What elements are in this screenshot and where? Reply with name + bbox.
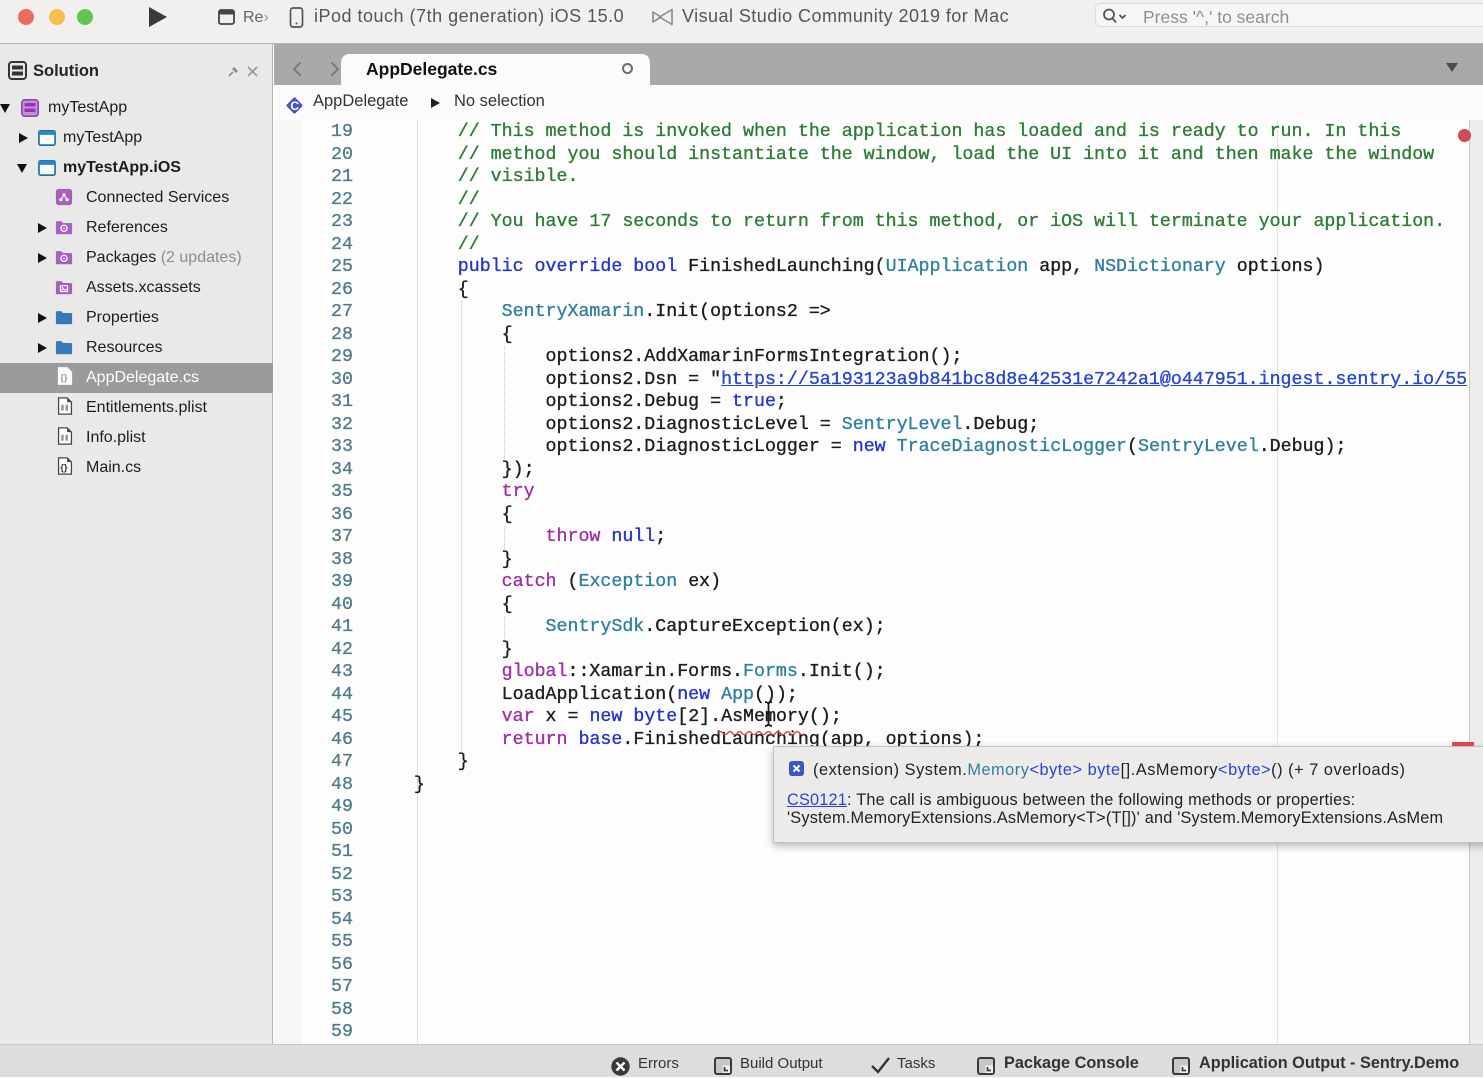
svg-text:{}: {} <box>60 371 68 382</box>
svg-text:C: C <box>290 99 299 113</box>
svg-text:{}: {} <box>60 461 68 472</box>
